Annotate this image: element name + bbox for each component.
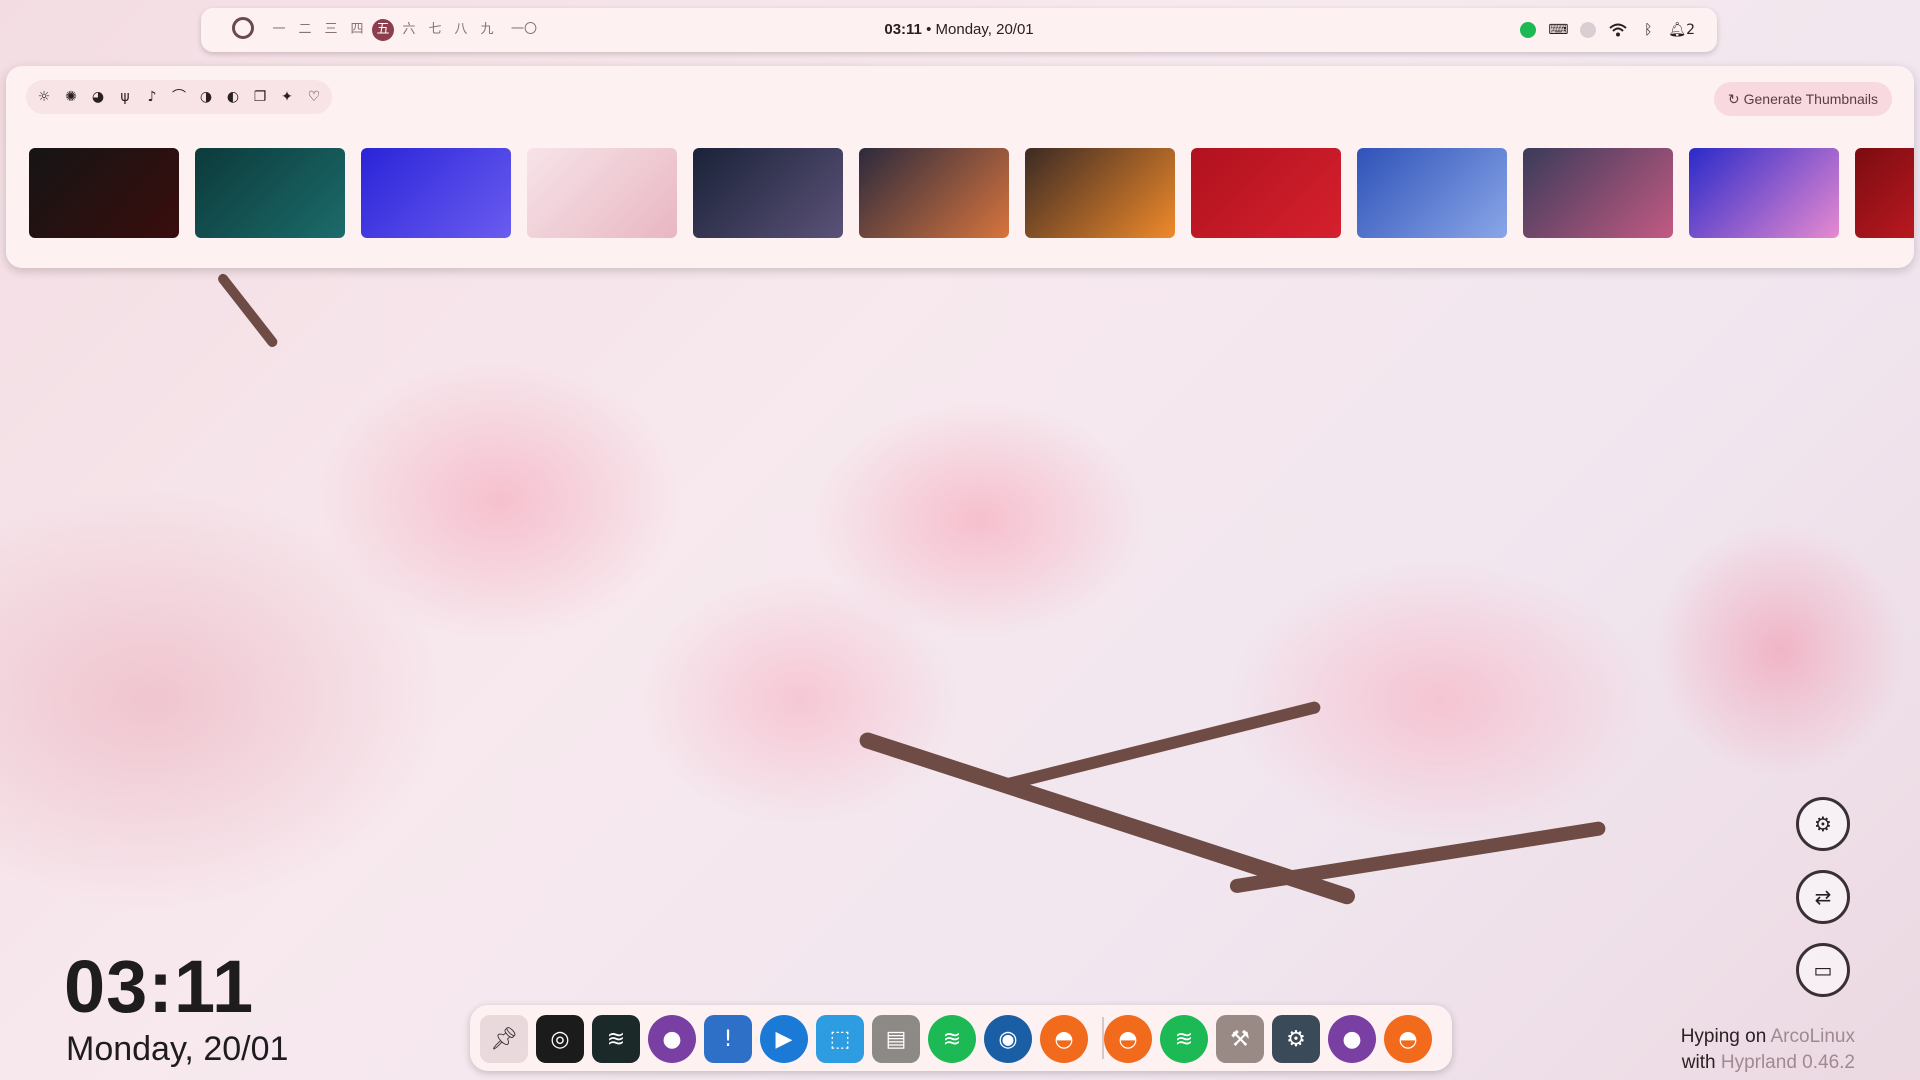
wallpaper-branch [998, 700, 1322, 792]
wallpaper-thumbnail-night-lake[interactable] [693, 148, 843, 238]
dock-files-app-icon[interactable]: ▤ [872, 1015, 920, 1063]
heart-icon[interactable]: ♡ [304, 87, 324, 107]
generate-thumbnails-label: Generate Thumbnails [1743, 91, 1878, 107]
wallpaper-branch [216, 271, 280, 349]
notification-count: 2 [1686, 22, 1695, 38]
bell-icon: 🔔︎ [1668, 22, 1687, 38]
wifi-icon[interactable] [1608, 20, 1628, 40]
wallpaper-thumbnail-astronaut[interactable] [361, 148, 511, 238]
music-icon[interactable]: ♪ [142, 87, 162, 107]
topbar-date: Monday, 20/01 [935, 21, 1034, 38]
system-tray: ⌨ ᛒ 🔔︎ 2 [1518, 20, 1695, 40]
notifications[interactable]: 🔔︎ 2 [1668, 20, 1695, 40]
wallpaper-thumbnail-red-gundam[interactable] [1191, 148, 1341, 238]
wallpaper-thumbnail-venom[interactable] [29, 148, 179, 238]
dock-settings-icon[interactable]: ⚙ [1272, 1015, 1320, 1063]
thumbnail-strip [29, 148, 1914, 238]
desktop-clock: 03:11 [64, 945, 255, 1028]
refresh-icon: ↻ [1727, 91, 1740, 107]
cpu-icon: ⚙ [1814, 812, 1832, 836]
cpu-button[interactable]: ⚙ [1796, 797, 1850, 851]
app-icon[interactable] [1578, 20, 1598, 40]
rainbow-icon[interactable]: ⌒ [169, 87, 189, 107]
dock-firefox-icon[interactable]: ◓ [1040, 1015, 1088, 1063]
bluetooth-icon[interactable]: ᛒ [1638, 20, 1658, 40]
swap-icon: ⇄ [1814, 885, 1832, 909]
panel-icon: ▭ [1813, 958, 1833, 982]
top-bar: 一 二 三 四 五 六 七 八 九 一〇 03:11 • Monday, 20/… [201, 8, 1717, 52]
dock-pin-icon[interactable]: 📌︎ [480, 1015, 528, 1063]
chat-icon[interactable]: ❐ [250, 87, 270, 107]
keyboard-icon[interactable]: ⌨ [1548, 20, 1568, 40]
sun-icon[interactable]: ☼ [34, 87, 54, 107]
wm-name: Hyprland 0.46.2 [1720, 1052, 1855, 1073]
wallpaper-selector-panel: ☼ ✺ ◕ ψ ♪ ⌒ ◑ ◐ ❐ ✦ ♡ ↻ Generate Thumbnai… [6, 66, 1914, 268]
topbar-separator: • [926, 21, 932, 38]
desktop-date: Monday, 20/01 [66, 1030, 289, 1068]
dock-hammer-app-icon[interactable]: ⚒ [1216, 1015, 1264, 1063]
dock-firefox-icon[interactable]: ◓ [1104, 1015, 1152, 1063]
dock-target-app-icon[interactable]: ◎ [536, 1015, 584, 1063]
dock-steam-icon[interactable]: ◉ [984, 1015, 1032, 1063]
wm-line: with Hyprland 0.46.2 [1681, 1050, 1855, 1076]
dock-screenshot-app-icon[interactable]: ⬚ [816, 1015, 864, 1063]
dock-player-app-icon[interactable]: ▶ [760, 1015, 808, 1063]
wallpaper-thumbnail-pink-rails[interactable] [1523, 148, 1673, 238]
dock-spotify-icon[interactable]: ≋ [1160, 1015, 1208, 1063]
contrast-icon[interactable]: ◑ [196, 87, 216, 107]
half-circle-icon[interactable]: ◐ [223, 87, 243, 107]
distro-line: Hyping on ArcoLinux [1681, 1024, 1855, 1050]
filter-bar: ☼ ✺ ◕ ψ ♪ ⌒ ◑ ◐ ❐ ✦ ♡ [26, 80, 332, 114]
topbar-time: 03:11 [884, 21, 922, 38]
dock-fin-app-icon[interactable]: ≋ [592, 1015, 640, 1063]
distro-name: ArcoLinux [1770, 1026, 1856, 1047]
wallpaper-thumbnail-blue-sky[interactable] [1357, 148, 1507, 238]
generate-thumbnails-button[interactable]: ↻ Generate Thumbnails [1713, 82, 1892, 116]
hyping-prefix: Hyping on [1680, 1026, 1767, 1047]
swap-button[interactable]: ⇄ [1796, 870, 1850, 924]
wallpaper-thumbnail-sunset-girl[interactable] [859, 148, 1009, 238]
distro-info: Hyping on ArcoLinux with Hyprland 0.46.2 [1681, 1024, 1855, 1076]
wallpaper-thumbnail-purple-wave[interactable] [1689, 148, 1839, 238]
topbar-clock[interactable]: 03:11 • Monday, 20/01 [201, 21, 1717, 38]
wallpaper-branch [1228, 820, 1607, 894]
sparkle-icon[interactable]: ✺ [61, 87, 81, 107]
wallpaper-thumbnail-sunset-window[interactable] [1025, 148, 1175, 238]
wallpaper-thumbnail-cherry-blossom[interactable] [527, 148, 677, 238]
dock-shield-app-icon[interactable]: ! [704, 1015, 752, 1063]
food-icon[interactable]: ψ [115, 87, 135, 107]
dock-spotify-icon[interactable]: ≋ [928, 1015, 976, 1063]
wallpaper-thumbnail-red-lightning[interactable] [1855, 148, 1914, 238]
dock-firefox-icon[interactable]: ◓ [1384, 1015, 1432, 1063]
dock-github-icon[interactable]: ● [1328, 1015, 1376, 1063]
palette-icon[interactable]: ◕ [88, 87, 108, 107]
panel-button[interactable]: ▭ [1796, 943, 1850, 997]
dock: 📌︎ ◎ ≋ ●! ▶ ⬚ ▤ ≋ ◉ ◓ ◓ ≋ ⚒ ⚙ ● ◓ [470, 1005, 1452, 1071]
with-prefix: with [1681, 1052, 1716, 1073]
stars-icon[interactable]: ✦ [277, 87, 297, 107]
wallpaper-thumbnail-venom-teal[interactable] [195, 148, 345, 238]
dock-github-icon[interactable]: ● [648, 1015, 696, 1063]
spotify-icon[interactable] [1518, 20, 1538, 40]
